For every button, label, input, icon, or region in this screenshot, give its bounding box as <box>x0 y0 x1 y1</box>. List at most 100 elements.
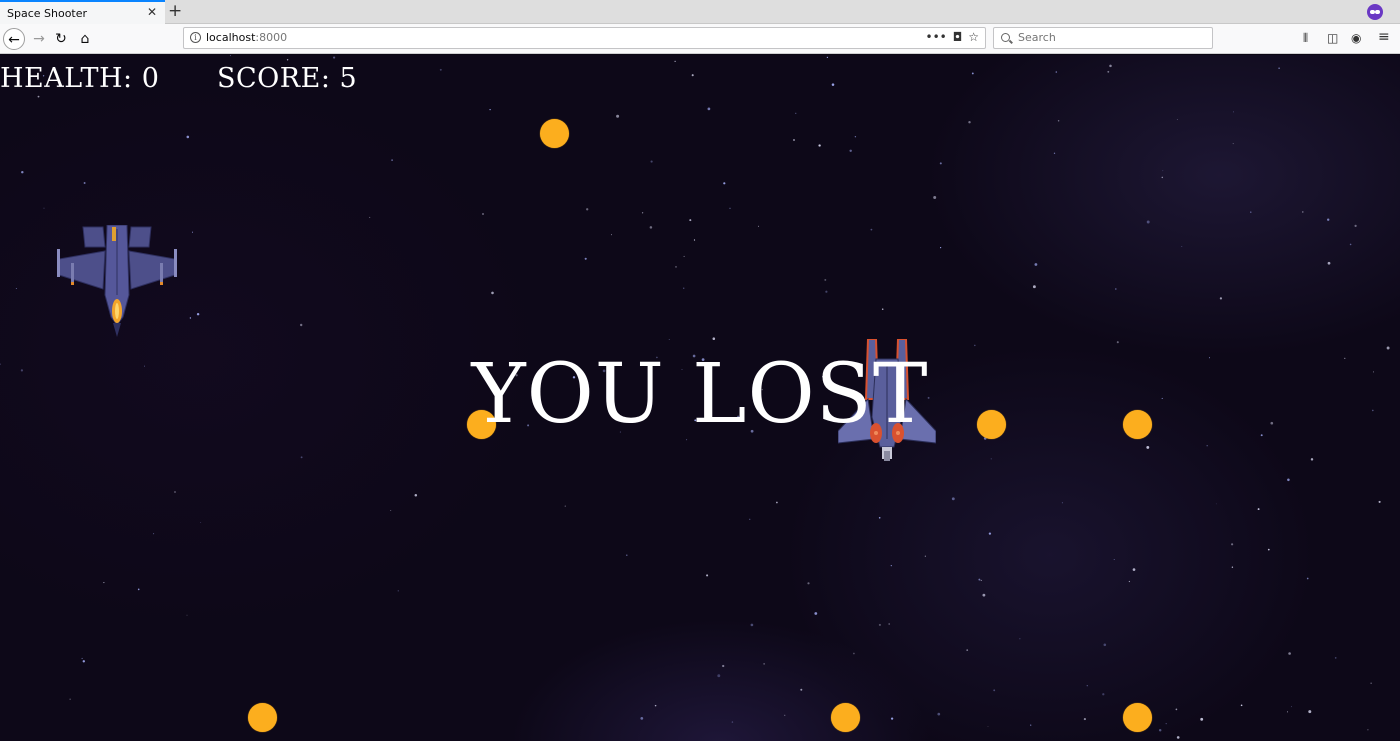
star <box>1107 70 1110 73</box>
star <box>825 290 828 293</box>
hamburger-menu-icon[interactable]: ≡ <box>1378 29 1390 45</box>
star <box>1231 543 1234 546</box>
star <box>1055 71 1058 73</box>
star <box>397 590 399 592</box>
star <box>1232 143 1234 145</box>
url-text[interactable]: localhost:8000 <box>206 31 287 44</box>
star <box>1310 458 1314 461</box>
star <box>1367 729 1369 731</box>
star <box>1206 444 1208 447</box>
info-icon[interactable]: i <box>190 32 201 43</box>
star <box>21 170 24 174</box>
star <box>1327 218 1330 221</box>
new-tab-button[interactable]: + <box>168 1 182 21</box>
forward-button[interactable]: → <box>28 28 50 50</box>
account-icon[interactable]: ◉ <box>1351 31 1361 45</box>
star <box>390 509 392 512</box>
star <box>717 674 721 678</box>
star <box>683 255 685 257</box>
star <box>1165 723 1167 725</box>
home-button[interactable]: ⌂ <box>74 28 96 50</box>
star <box>616 114 620 118</box>
private-browsing-icon <box>1367 4 1383 20</box>
star <box>69 698 71 700</box>
star <box>974 344 976 347</box>
page-actions-icon[interactable]: ••• <box>926 30 947 44</box>
star <box>707 107 711 111</box>
star <box>186 614 188 616</box>
nav-bar: ← → ↻ ⌂ i localhost:8000 ••• ◘ ☆ ⫴ ◫ ◉ ≡ <box>0 24 1400 54</box>
search-icon <box>1001 33 1010 42</box>
search-bar[interactable] <box>993 27 1213 49</box>
star <box>674 60 676 62</box>
star <box>369 216 371 218</box>
star <box>610 234 612 236</box>
star <box>1158 729 1162 732</box>
star <box>491 291 494 295</box>
pocket-icon[interactable]: ◘ <box>953 30 963 44</box>
star <box>81 657 83 659</box>
star <box>1162 170 1164 172</box>
star <box>831 83 835 86</box>
star <box>641 212 644 214</box>
star <box>1267 548 1270 551</box>
close-icon[interactable]: ✕ <box>147 5 157 19</box>
star <box>37 95 40 98</box>
search-input[interactable] <box>1018 31 1198 44</box>
star <box>706 574 709 577</box>
game-canvas[interactable]: HEALTH: 0 SCORE: 5 YOU LOST <box>0 55 1400 741</box>
coin <box>248 703 277 732</box>
star <box>691 74 694 77</box>
star <box>1103 643 1107 647</box>
star <box>189 317 192 319</box>
star <box>1146 220 1150 224</box>
tab-space-shooter[interactable]: Space Shooter ✕ <box>0 0 165 24</box>
back-button[interactable]: ← <box>3 28 25 50</box>
star <box>1109 64 1112 68</box>
star <box>1306 577 1309 580</box>
star <box>776 501 778 504</box>
star <box>1288 652 1291 655</box>
star <box>1370 682 1372 684</box>
star <box>299 323 303 327</box>
star <box>1032 285 1036 289</box>
star <box>1053 152 1056 154</box>
tab-bar: Space Shooter ✕ + <box>0 0 1400 24</box>
star <box>723 182 726 185</box>
star <box>795 112 797 114</box>
star <box>15 287 17 289</box>
star <box>878 517 881 519</box>
star <box>1181 246 1183 247</box>
star <box>878 623 881 626</box>
star <box>1334 657 1337 659</box>
star <box>1291 706 1292 708</box>
star <box>712 337 716 340</box>
star <box>1257 508 1260 511</box>
reload-button[interactable]: ↻ <box>50 28 72 50</box>
star <box>1132 568 1136 571</box>
star <box>650 160 653 163</box>
star <box>971 72 974 75</box>
sidebar-icon[interactable]: ◫ <box>1327 31 1338 45</box>
star <box>951 497 955 501</box>
star <box>174 491 176 493</box>
star <box>933 196 937 199</box>
star <box>640 717 644 720</box>
star <box>729 207 731 209</box>
star <box>1378 500 1381 503</box>
url-bar[interactable]: i localhost:8000 ••• ◘ ☆ <box>183 27 986 49</box>
library-icon[interactable]: ⫴ <box>1303 31 1308 46</box>
star <box>1287 711 1288 713</box>
star <box>1034 263 1038 266</box>
star <box>1354 224 1357 228</box>
star <box>722 664 725 668</box>
star <box>1086 685 1088 687</box>
star <box>881 308 884 310</box>
star <box>757 225 760 227</box>
star <box>731 721 734 723</box>
star <box>137 588 140 591</box>
coin <box>1123 703 1152 732</box>
star <box>1161 176 1164 179</box>
bookmark-star-icon[interactable]: ☆ <box>968 30 979 44</box>
health-display: HEALTH: 0 <box>0 63 160 94</box>
